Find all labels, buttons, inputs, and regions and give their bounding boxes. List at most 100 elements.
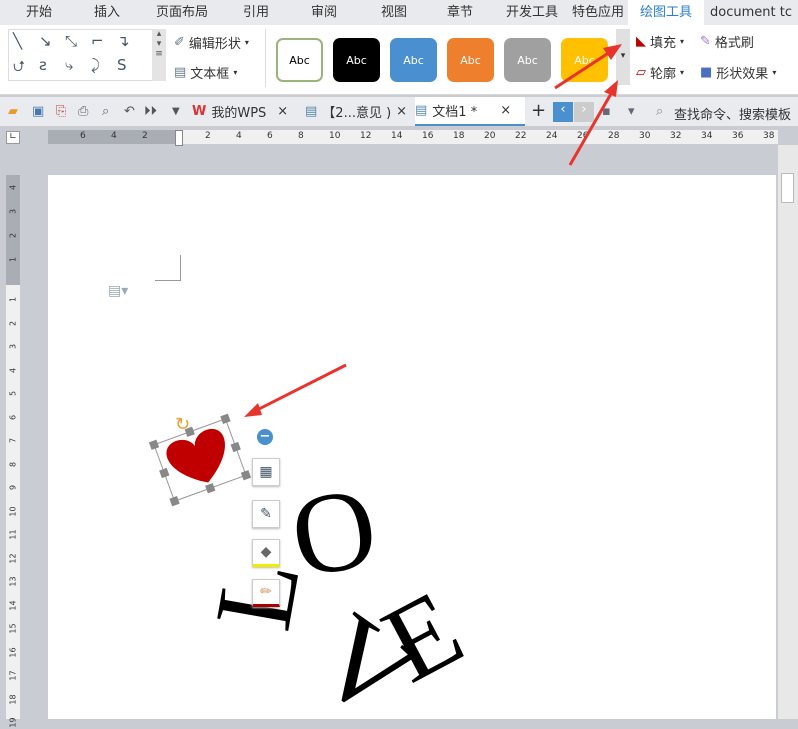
export-pdf-icon[interactable]: ⎘ [56,104,66,119]
ruler-tick-label: 4 [236,131,242,141]
tab-review[interactable]: 审阅 [284,0,364,25]
line-shape-gallery[interactable]: ╲ ↘ ⤡ ⌐ ↴ ⮍ ƨ ⤷ ⤸ S [8,29,166,81]
vertical-ruler[interactable]: 4 3 2 1 1 2 3 4 5 6 7 8 9 10 11 12 13 14 15 16 17 18 19 [6,175,20,728]
tab-view[interactable]: 视图 [364,0,424,25]
style-preset-5[interactable]: Abc [504,38,551,82]
tab-chapter[interactable]: 章节 [424,0,496,25]
edit-shape-icon: ✐ [174,35,185,50]
ruler-tick-label: 10 [8,505,18,517]
style-preset-4[interactable]: Abc [447,38,494,82]
style-preset-3[interactable]: Abc [390,38,437,82]
print-preview-icon[interactable]: ⌕ [102,104,109,119]
open-icon[interactable]: ▰ [8,104,18,119]
double-arrow-icon[interactable]: ⤡ [65,32,77,50]
ruler-tick-label: 26 [577,131,589,141]
pin-icon[interactable]: ▾ [628,104,635,119]
ruler-tick-label: 9 [8,484,18,491]
tab-developer[interactable]: 开发工具 [496,0,568,25]
edit-shape-float-button[interactable]: ✎ [252,500,280,528]
tab-drawing-tools[interactable]: 绘图工具 [628,0,704,25]
ribbon: ╲ ↘ ⤡ ⌐ ↴ ⮍ ƨ ⤷ ⤸ S ▴ ▾ ≡ ✐ 编辑形状 ▾ ▤ 文本框 ▾ Abc… [0,25,798,95]
ruler-tick-label: 32 [670,131,682,141]
line-icon[interactable]: ╲ [13,32,22,50]
undo-icon[interactable]: ↶ [124,104,135,119]
dropdown-icon[interactable]: ▼ [172,106,180,117]
ruler-tick-label: 2 [142,131,148,141]
elbow-double-arrow-icon[interactable]: ⮍ [13,56,25,81]
tab-home[interactable]: 开始 [0,0,78,25]
elbow-arrow-icon[interactable]: ↴ [117,32,130,50]
curve-double-arrow-icon[interactable]: ⤸ [91,56,100,74]
ruler-tick-label: 30 [639,131,651,141]
freeform-icon[interactable]: S [117,56,127,74]
cube-icon: ■ [700,65,713,80]
ruler-tick-label: 1 [8,256,18,263]
tab-stop-selector[interactable]: ∟ [6,131,20,144]
rotate-handle-icon[interactable]: ↻ [175,414,190,435]
collapse-toolbar-button[interactable]: − [257,429,273,445]
format-painter-button[interactable]: ✎ 格式刷 [700,32,754,51]
save-icon[interactable]: ▣ [32,104,44,119]
style-preset-1[interactable]: Abc [276,38,323,82]
close-tab-icon[interactable]: × [500,103,511,118]
tab-my-wps[interactable]: W 我的WPS × [192,97,300,126]
close-tab-icon[interactable]: × [396,104,407,119]
tab-document[interactable]: document tc [704,0,798,25]
tab-prev-button[interactable]: ‹ [553,102,573,122]
tab-references[interactable]: 引用 [228,0,284,25]
ruler-tick-label: 14 [8,599,18,611]
ruler-tick-label: 34 [701,131,713,141]
horizontal-ruler[interactable]: 6 4 2 2 4 6 8 10 12 14 16 18 20 22 24 26 28 30 32 34 36 38 [48,130,778,146]
redo-icon[interactable]: ⏵⏵ [144,104,157,119]
quick-access-toolbar: ▰ ▣ ⎘ ⎙ ⌕ ↶ ⏵⏵ ▼ W 我的WPS × ▤ 【2...意见 ) × ▤ 文档… [0,97,798,127]
vertical-scrollbar[interactable] [778,145,798,719]
close-tab-icon[interactable]: × [277,104,288,119]
ruler-tick-label: 17 [8,670,18,681]
ruler-tick-label: 7 [8,437,18,444]
ruler-tick-label: 12 [8,552,18,564]
ruler-tick-label: 22 [515,131,527,141]
tab-next-button[interactable]: › [574,102,594,122]
ruler-tick-label: 2 [8,232,18,239]
tab-document1[interactable]: ▤ 文档1 * × [415,97,525,126]
outline-pen-icon: ▱ [636,65,646,80]
style-preset-2[interactable]: Abc [333,38,380,82]
document-page[interactable]: ▤▾ L O V E ↻ − ▦ ✎ ◆ ✏ [48,175,776,719]
fill-float-button[interactable]: ◆ [252,539,280,567]
tab-doc-2[interactable]: ▤ 【2...意见 ) × [305,97,410,126]
arrow-line-icon[interactable]: ↘ [39,32,52,50]
ruler-tick-label: 16 [422,131,434,141]
style-preset-6[interactable]: Abc [561,38,608,82]
text-box-button[interactable]: ▤ 文本框 ▾ [174,63,237,82]
heart-shape[interactable] [148,413,252,507]
ruler-tick-label: 24 [546,131,558,141]
shape-effect-button[interactable]: ■ 形状效果 ▾ [700,63,776,82]
pen-icon: ✎ [260,506,272,522]
search-icon: ⌕ [656,104,664,119]
ruler-tick-label: 6 [8,414,18,420]
window-icon[interactable]: ▪ [602,104,611,119]
edit-shape-button[interactable]: ✐ 编辑形状 ▾ [174,33,249,52]
layout-options-button[interactable]: ▦ [252,458,280,486]
command-search-input[interactable]: 查找命令、搜索模板 [674,104,791,123]
indent-marker[interactable] [175,130,183,146]
gallery-scroll[interactable]: ▴ ▾ ≡ [152,29,166,81]
outline-button[interactable]: ▱ 轮廓 ▾ [636,63,684,82]
outline-float-button[interactable]: ✏ [252,579,280,607]
tab-insert[interactable]: 插入 [78,0,136,25]
fill-button[interactable]: ◣ 填充 ▾ [636,32,684,51]
elbow-connector-icon[interactable]: ⌐ [91,32,104,50]
ruler-tick-label: 2 [8,320,18,326]
curve-arrow-icon[interactable]: ⤷ [65,56,73,74]
new-tab-icon[interactable]: + [531,100,546,121]
ruler-tick-label: 16 [8,646,18,658]
scrollbar-thumb[interactable] [781,173,794,203]
tab-special-apps[interactable]: 特色应用 [568,0,628,25]
style-gallery-more[interactable]: ▾ [616,29,630,85]
ruler-tick-label: 12 [360,131,372,141]
shape-style-gallery: Abc Abc Abc Abc Abc Abc ▾ [270,29,630,85]
document-icon: ▤ [415,103,428,118]
print-icon[interactable]: ⎙ [78,104,88,119]
curve-connector-icon[interactable]: ƨ [39,56,47,74]
tab-page-layout[interactable]: 页面布局 [136,0,228,25]
